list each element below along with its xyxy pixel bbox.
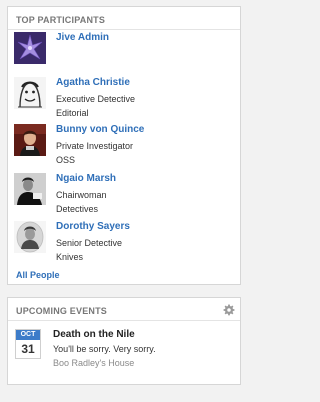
calendar-date-badge: OCT 31: [15, 329, 41, 359]
event-month: OCT: [16, 330, 40, 340]
top-participants-panel: TOP PARTICIPANTS Jive Admin Agatha Chris…: [7, 6, 241, 285]
participant-item: Dorothy Sayers Senior Detective Knives: [14, 221, 234, 267]
participant-department: Detectives: [56, 204, 99, 214]
avatar[interactable]: [14, 173, 46, 205]
avatar[interactable]: [14, 221, 46, 253]
participant-item: Agatha Christie Executive Detective Edit…: [14, 77, 234, 123]
event-title-link[interactable]: Death on the Nile: [53, 329, 135, 340]
all-people-link[interactable]: All People: [16, 270, 60, 280]
participant-item: Jive Admin: [14, 32, 234, 78]
participant-title: Private Investigator: [56, 141, 134, 151]
event-description: You'll be sorry. Very sorry.: [53, 344, 156, 354]
participant-name-link[interactable]: Bunny von Quince: [56, 124, 144, 135]
participant-item: Ngaio Marsh Chairwoman Detectives: [14, 173, 234, 219]
participant-name-link[interactable]: Ngaio Marsh: [56, 173, 116, 184]
participant-name-link[interactable]: Agatha Christie: [56, 77, 130, 88]
event-location: Boo Radley's House: [53, 358, 135, 368]
panel-title: UPCOMING EVENTS: [16, 306, 108, 316]
participant-department: Editorial: [56, 108, 89, 118]
divider: [8, 29, 240, 30]
event-day: 31: [21, 342, 35, 356]
participant-name-link[interactable]: Jive Admin: [56, 32, 109, 43]
participant-department: OSS: [56, 155, 76, 165]
panel-title: TOP PARTICIPANTS: [16, 15, 106, 25]
participant-name-link[interactable]: Dorothy Sayers: [56, 221, 130, 232]
participant-title: Chairwoman: [56, 190, 107, 200]
participant-title: Senior Detective: [56, 238, 123, 248]
upcoming-events-panel: UPCOMING EVENTS OCT 31 Death on the Nile…: [7, 297, 241, 385]
gear-icon[interactable]: [223, 304, 235, 316]
divider: [8, 320, 240, 321]
avatar[interactable]: [14, 77, 46, 109]
avatar[interactable]: [14, 124, 46, 156]
participant-department: Knives: [56, 252, 84, 262]
participant-title: Executive Detective: [56, 94, 136, 104]
avatar[interactable]: [14, 32, 46, 64]
participant-item: Bunny von Quince Private Investigator OS…: [14, 124, 234, 170]
